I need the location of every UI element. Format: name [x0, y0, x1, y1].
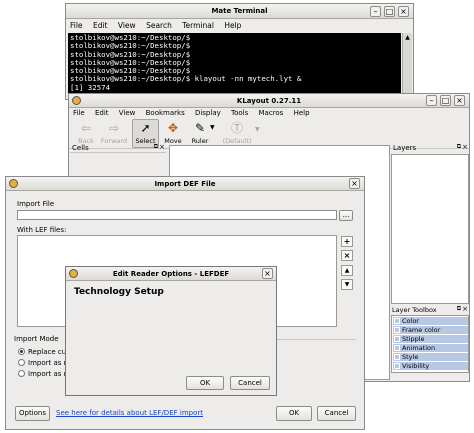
reader-options-dialog: Edit Reader Options - LEFDEF × Technolog… [65, 266, 277, 396]
close-icon[interactable]: × [398, 6, 409, 17]
layers-panel-header: Layers ⧉ × [391, 143, 469, 153]
select-arrow-icon: ➚ [140, 121, 151, 135]
menu-bookmarks[interactable]: Bookmarks [142, 108, 189, 119]
mode-import-new-2-radio[interactable] [18, 370, 25, 377]
import-def-title: Import DEF File [154, 180, 216, 188]
reader-cancel-button[interactable]: Cancel [230, 376, 270, 390]
cells-panel-header: Cells ⧉ × [70, 143, 166, 153]
terminal-output[interactable]: stolbikov@ws210:~/Desktop/$ stolbikov@ws… [68, 33, 401, 99]
mode-replace-radio[interactable] [18, 348, 25, 355]
remove-lef-button[interactable]: × [341, 250, 353, 261]
maximize-icon[interactable]: □ [440, 95, 451, 106]
menu-edit[interactable]: Edit [91, 108, 113, 119]
move-up-button[interactable]: ▲ [341, 265, 353, 276]
close-icon[interactable]: × [159, 143, 165, 151]
menu-help[interactable]: Help [220, 19, 245, 33]
technology-setup-heading: Technology Setup [74, 287, 164, 297]
mode-import-new-radio[interactable] [18, 359, 25, 366]
float-icon[interactable]: ⧉ [457, 305, 461, 313]
klayout-logo-icon [72, 96, 81, 105]
close-icon[interactable]: × [462, 143, 468, 151]
menu-terminal[interactable]: Terminal [178, 19, 218, 33]
arrow-right-icon: ⇨ [108, 121, 120, 135]
menu-view[interactable]: View [114, 19, 140, 33]
reader-options-title: Edit Reader Options - LEFDEF [112, 270, 230, 278]
close-icon[interactable]: × [454, 95, 465, 106]
klayout-logo-icon [69, 269, 78, 278]
layers-label: Layers [393, 144, 417, 152]
lef-files-label: With LEF files: [17, 226, 67, 234]
toolbox-frame-color[interactable]: Frame color [393, 326, 468, 334]
text-icon: Ⓣ [230, 121, 243, 135]
cancel-button[interactable]: Cancel [317, 406, 356, 421]
terminal-menubar: File Edit View Search Terminal Help [66, 19, 413, 33]
ok-button[interactable]: OK [276, 406, 312, 421]
toolbox-color[interactable]: Color [393, 317, 468, 325]
cells-label: Cells [72, 144, 89, 152]
float-icon[interactable]: ⧉ [154, 143, 158, 151]
toolbox-stipple[interactable]: Stipple [393, 335, 468, 343]
layer-toolbox-label: Layer Toolbox [392, 306, 437, 314]
klayout-title: KLayout 0.27.11 [236, 97, 302, 105]
move-down-button[interactable]: ▼ [341, 279, 353, 290]
menu-search[interactable]: Search [142, 19, 176, 33]
terminal-line: [1] 32574 [70, 82, 111, 92]
terminal-line: stolbikov@ws210:~/Desktop/$ klayout -nn … [70, 74, 302, 84]
terminal-titlebar[interactable]: Mate Terminal – □ × [66, 4, 413, 19]
close-icon[interactable]: × [349, 178, 360, 189]
terminal-title: Mate Terminal [211, 7, 268, 15]
import-def-titlebar[interactable]: Import DEF File × [6, 177, 364, 191]
add-lef-button[interactable]: + [341, 236, 353, 247]
options-button[interactable]: Options [15, 406, 50, 421]
default-button[interactable]: Ⓣ (Default) [221, 120, 253, 148]
minimize-icon[interactable]: – [426, 95, 437, 106]
toolbox-visibility[interactable]: Visibility [393, 362, 468, 370]
klayout-titlebar[interactable]: KLayout 0.27.11 – □ × [69, 94, 469, 108]
menu-macros[interactable]: Macros [254, 108, 287, 119]
klayout-logo-icon [9, 179, 18, 188]
import-file-input[interactable] [17, 210, 337, 220]
menu-help[interactable]: Help [290, 108, 314, 119]
minimize-icon[interactable]: – [370, 6, 381, 17]
close-icon[interactable]: × [462, 305, 468, 313]
import-mode-label: Import Mode [14, 335, 59, 343]
import-file-label: Import File [17, 200, 55, 208]
toolbox-style[interactable]: Style [393, 353, 468, 361]
layer-toolbox-header: Layer Toolbox ⧉ × [391, 305, 469, 315]
menu-edit[interactable]: Edit [89, 19, 112, 33]
terminal-window: Mate Terminal – □ × File Edit View Searc… [65, 3, 414, 100]
maximize-icon[interactable]: □ [384, 6, 395, 17]
move-icon: ✥ [167, 121, 179, 135]
arrow-left-icon: ⇦ [80, 121, 92, 135]
menu-file[interactable]: File [66, 19, 87, 33]
float-icon[interactable]: ⧉ [457, 143, 461, 151]
menu-display[interactable]: Display [191, 108, 225, 119]
klayout-menubar: File Edit View Bookmarks Display Tools M… [69, 108, 469, 119]
reader-options-titlebar[interactable]: Edit Reader Options - LEFDEF × [66, 267, 276, 281]
toolbox-animation[interactable]: Animation [393, 344, 468, 352]
chevron-down-icon[interactable]: ▼ [210, 124, 215, 131]
terminal-scrollbar[interactable]: ▲ [402, 33, 412, 99]
close-icon[interactable]: × [262, 268, 273, 279]
browse-button[interactable]: ... [339, 210, 353, 221]
chevron-down-icon[interactable]: ▼ [255, 126, 260, 133]
layers-list[interactable] [391, 154, 469, 304]
lefdef-help-link[interactable]: See here for details about LEF/DEF impor… [56, 409, 203, 417]
scroll-up-icon[interactable]: ▲ [403, 33, 412, 42]
menu-tools[interactable]: Tools [227, 108, 252, 119]
menu-view[interactable]: View [115, 108, 140, 119]
menu-file[interactable]: File [69, 108, 89, 119]
reader-ok-button[interactable]: OK [186, 376, 224, 390]
layer-toolbox: Color Frame color Stipple Animation Styl… [391, 315, 469, 373]
